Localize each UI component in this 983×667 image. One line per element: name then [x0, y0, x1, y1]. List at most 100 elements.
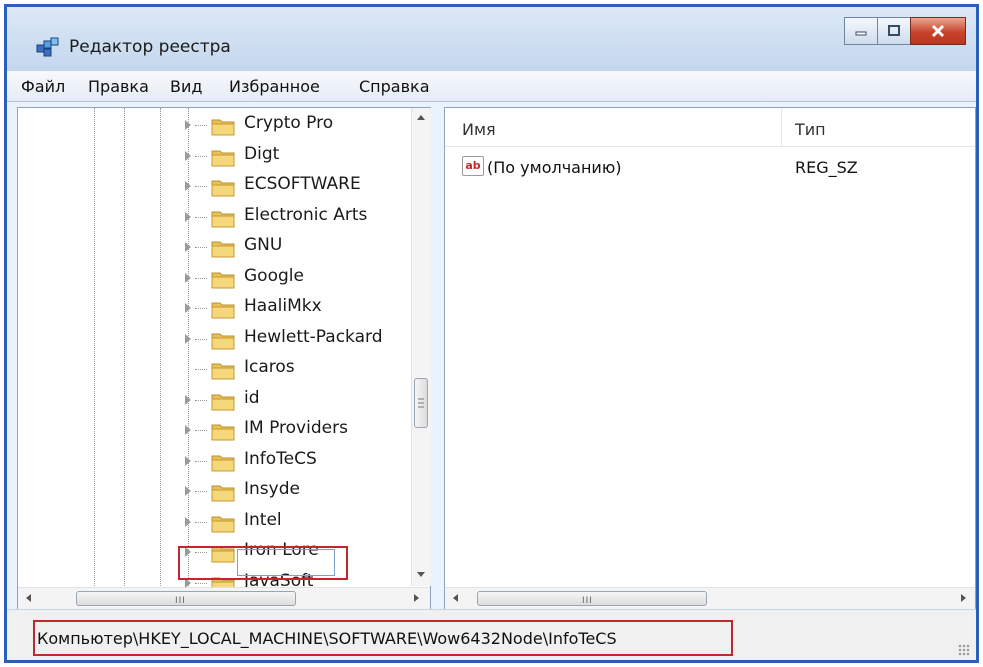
- folder-icon: [211, 180, 235, 197]
- scroll-left-icon[interactable]: [26, 594, 31, 602]
- expand-arrow-icon[interactable]: [185, 272, 191, 283]
- scroll-left-icon[interactable]: [453, 594, 458, 602]
- list-header: Имя Тип: [445, 108, 975, 147]
- tree-branch-line: [195, 582, 207, 584]
- values-list[interactable]: Имя Тип ab (По умолчанию) REG_SZ III: [444, 107, 976, 611]
- tree-item[interactable]: Electronic Arts: [18, 202, 378, 232]
- tree-item-label: ECSOFTWARE: [244, 174, 361, 194]
- menu-view[interactable]: Вид: [170, 77, 202, 96]
- tree-branch-line: [195, 399, 207, 401]
- tree-branch-line: [195, 491, 207, 492]
- folder-icon: [211, 516, 235, 532]
- registry-editor-window: Редактор реестра Файл Правка Вид Избранн…: [4, 4, 979, 663]
- expand-arrow-icon[interactable]: [185, 120, 191, 130]
- tree-item-label: Intel: [244, 509, 282, 530]
- grip-icon: [418, 398, 424, 408]
- tree-horizontal-thumb[interactable]: III: [76, 591, 296, 606]
- scroll-up-icon[interactable]: [417, 115, 425, 120]
- tree-branch-line: [195, 521, 207, 523]
- expand-arrow-icon[interactable]: [185, 425, 191, 435]
- tree-branch-line: [195, 338, 207, 340]
- tree-item[interactable]: GNU: [18, 232, 378, 262]
- folder-icon: [211, 272, 235, 288]
- folder-icon: [211, 119, 235, 136]
- minimize-button[interactable]: [844, 17, 878, 45]
- scroll-down-icon[interactable]: [417, 572, 425, 577]
- tree-branch-line: [195, 430, 207, 431]
- title-bar[interactable]: Редактор реестра: [7, 7, 976, 71]
- column-type-header[interactable]: Тип: [795, 120, 826, 139]
- tree-branch-line: [195, 460, 207, 462]
- column-name-header[interactable]: Имя: [462, 120, 496, 139]
- maximize-button[interactable]: [877, 17, 911, 45]
- status-path: Компьютер\HKEY_LOCAL_MACHINE\SOFTWARE\Wo…: [37, 629, 617, 648]
- expand-arrow-icon[interactable]: [185, 455, 191, 466]
- tree-branch-line: [195, 247, 207, 248]
- scroll-right-icon[interactable]: [414, 594, 419, 602]
- tree-branch-line: [195, 186, 207, 187]
- tree-item-label: Icaros: [244, 357, 295, 377]
- tree-item-label: Google: [244, 265, 304, 286]
- tree-branch-line: [195, 369, 207, 370]
- tree-item[interactable]: Crypto Pro: [18, 110, 378, 140]
- folder-icon: [211, 424, 235, 441]
- expand-arrow-icon[interactable]: [185, 394, 191, 405]
- maximize-icon: [888, 25, 900, 36]
- value-name: (По умолчанию): [487, 158, 622, 177]
- menu-edit[interactable]: Правка: [88, 77, 149, 96]
- scroll-grip: III: [582, 596, 593, 606]
- tree-branch-line: [195, 125, 207, 126]
- expand-arrow-icon[interactable]: [185, 150, 191, 161]
- tree-item-label: GNU: [244, 235, 283, 255]
- tree-item[interactable]: HaaliMkx: [18, 293, 378, 323]
- tree-item[interactable]: Icaros: [18, 354, 378, 384]
- tree-item-label: IM Providers: [244, 418, 348, 438]
- expand-arrow-icon[interactable]: [185, 486, 191, 496]
- menu-file[interactable]: Файл: [21, 77, 65, 96]
- list-horizontal-thumb[interactable]: III: [477, 591, 707, 606]
- tree-vertical-thumb[interactable]: [414, 378, 428, 428]
- string-value-icon: ab: [462, 156, 484, 176]
- expand-arrow-icon[interactable]: [185, 181, 191, 191]
- tree-item-label: Hewlett-Packard: [244, 326, 383, 347]
- tree-item[interactable]: ECSOFTWARE: [18, 171, 378, 201]
- menu-help[interactable]: Справка: [359, 77, 430, 96]
- tree-horizontal-scrollbar[interactable]: III: [18, 587, 430, 610]
- list-horizontal-scrollbar[interactable]: III: [445, 587, 975, 610]
- tree-item[interactable]: InfoTeCS: [18, 446, 378, 476]
- tree-branch-line: [195, 216, 207, 218]
- tree-item[interactable]: Insyde: [18, 476, 378, 506]
- expand-arrow-icon[interactable]: [185, 516, 191, 527]
- expand-arrow-icon[interactable]: [185, 333, 191, 344]
- tree-item[interactable]: IM Providers: [18, 415, 378, 445]
- folder-icon: [211, 455, 235, 471]
- folder-icon: [211, 241, 235, 258]
- tree-item-label: Electronic Arts: [244, 204, 368, 225]
- tree-branch-line: [195, 308, 207, 309]
- scroll-right-icon[interactable]: [961, 594, 966, 602]
- window-title: Редактор реестра: [69, 37, 231, 57]
- expand-arrow-icon[interactable]: [185, 303, 191, 313]
- tree-item[interactable]: id: [18, 385, 378, 415]
- close-button[interactable]: [910, 17, 966, 45]
- tree-branch-line: [195, 155, 207, 157]
- tree-item[interactable]: Hewlett-Packard: [18, 324, 383, 354]
- selected-key-focus: [237, 549, 335, 576]
- folder-icon: [211, 333, 235, 349]
- scroll-grip: III: [175, 596, 186, 606]
- tree-item[interactable]: Digt: [18, 141, 378, 171]
- column-separator[interactable]: [781, 108, 782, 146]
- status-bar: Компьютер\HKEY_LOCAL_MACHINE\SOFTWARE\Wo…: [7, 609, 976, 660]
- tree-item[interactable]: Intel: [18, 507, 378, 537]
- folder-icon: [211, 211, 235, 227]
- folder-icon: [211, 150, 235, 166]
- expand-arrow-icon[interactable]: [185, 242, 191, 252]
- tree-item-label: Insyde: [244, 479, 300, 499]
- tree-vertical-scrollbar[interactable]: [411, 108, 431, 586]
- resize-grip-icon[interactable]: [958, 644, 970, 656]
- tree-item[interactable]: Google: [18, 263, 378, 293]
- menu-favorites[interactable]: Избранное: [229, 77, 320, 96]
- caption-buttons: [844, 17, 966, 45]
- expand-arrow-icon[interactable]: [185, 211, 191, 222]
- registry-tree[interactable]: Crypto Pro Digt ECSOFTWARE Electronic Arts G…: [17, 107, 431, 611]
